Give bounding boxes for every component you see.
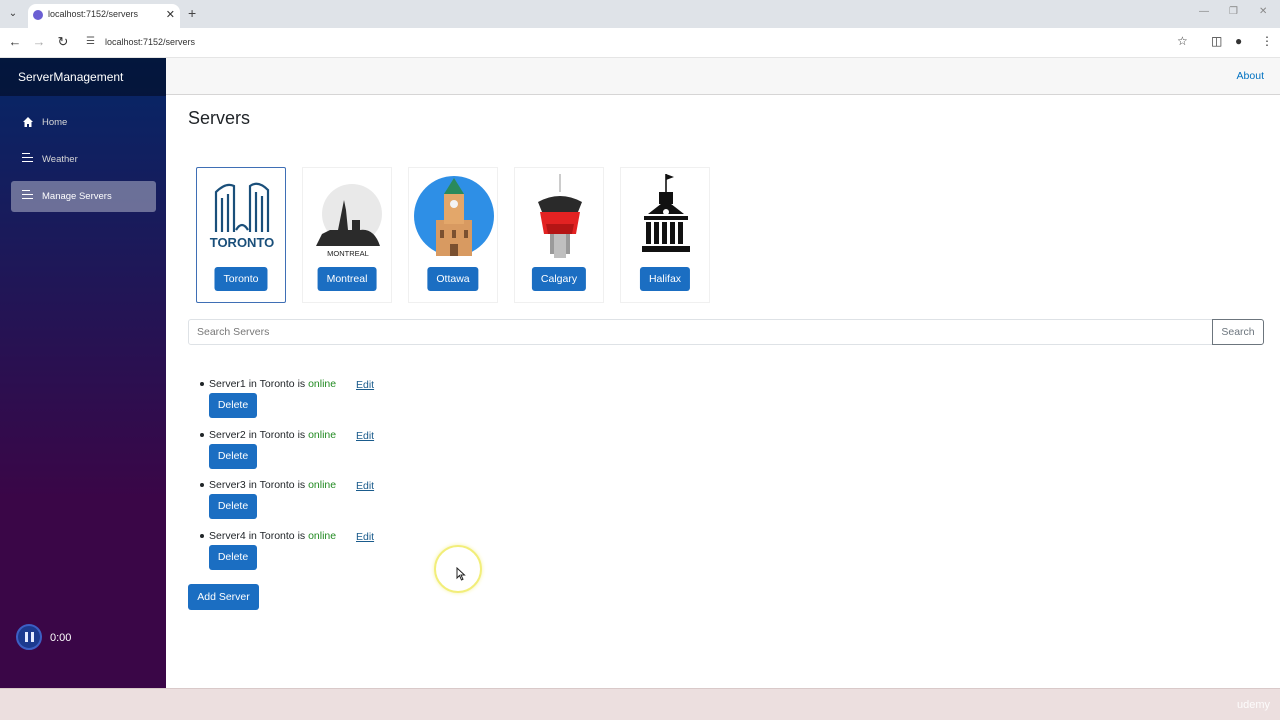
search-input[interactable] (188, 319, 1213, 345)
list-icon (22, 153, 34, 165)
sidebar-item-manage-servers[interactable]: Manage Servers (11, 181, 156, 212)
delete-button[interactable]: Delete (209, 545, 257, 570)
back-icon[interactable]: ← (7, 34, 23, 49)
page-title: Servers (188, 108, 251, 128)
status-text: online (308, 378, 337, 390)
reload-icon[interactable]: ↻ (55, 34, 71, 50)
toronto-logo-icon: TORONTO (210, 182, 275, 250)
city-button-ottawa[interactable]: Ottawa (427, 267, 479, 291)
brand-bar: ServerManagement (0, 58, 166, 96)
sidebar-item-label: Manage Servers (42, 191, 112, 202)
url-input[interactable]: localhost:7152/servers (105, 37, 195, 47)
city-button-toronto[interactable]: Toronto (214, 267, 268, 291)
montreal-logo-icon: MONTREAL (316, 184, 382, 258)
tab-search-icon[interactable]: ⌄ (5, 6, 21, 22)
new-tab-icon[interactable]: + (188, 5, 196, 21)
calgary-tower-icon (538, 174, 582, 258)
sidebar-item-label: Home (42, 117, 68, 128)
edit-link[interactable]: Edit (356, 480, 374, 492)
tab-title: localhost:7152/servers (48, 9, 139, 19)
edit-link[interactable]: Edit (356, 379, 374, 391)
menu-dots-icon[interactable]: ⋮ (1261, 34, 1273, 48)
list-icon (22, 190, 34, 202)
profile-icon[interactable]: ● (1235, 34, 1242, 48)
city-card-calgary[interactable]: Calgary (514, 167, 604, 303)
status-text: online (308, 479, 337, 491)
status-text: online (308, 530, 337, 542)
list-bullet (200, 382, 204, 386)
server-description: Server2 in Toronto is online (209, 429, 337, 441)
site-info-icon[interactable]: ☰ (86, 36, 95, 47)
city-button-halifax[interactable]: Halifax (639, 267, 691, 291)
server-description: Server3 in Toronto is online (209, 479, 337, 491)
sidebar-item-weather[interactable]: Weather (11, 144, 156, 175)
address-bar: ← → ↻ ☰ localhost:7152/servers ☆ ◫ ● ⋮ (0, 28, 1280, 58)
city-button-montreal[interactable]: Montreal (317, 267, 377, 291)
list-bullet (200, 433, 204, 437)
delete-button[interactable]: Delete (209, 393, 257, 418)
brand-link[interactable]: ServerManagement (18, 70, 123, 84)
edit-link[interactable]: Edit (356, 531, 374, 543)
udemy-watermark: udemy (1236, 699, 1270, 711)
city-card-ottawa[interactable]: Ottawa (408, 167, 498, 303)
playback-time: 0:00 (50, 632, 72, 644)
delete-button[interactable]: Delete (209, 444, 257, 469)
search-button[interactable]: Search (1212, 319, 1264, 345)
list-bullet (200, 483, 204, 487)
server-description: Server4 in Toronto is online (209, 530, 337, 542)
sidebar-item-home[interactable]: Home (11, 107, 156, 138)
city-button-calgary[interactable]: Calgary (531, 267, 587, 291)
browser-tab[interactable]: localhost:7152/servers ✕ (28, 4, 180, 28)
edit-link[interactable]: Edit (356, 430, 374, 442)
sidebar: ServerManagement Home Weather Manage Ser… (0, 58, 166, 688)
top-row: About (166, 58, 1280, 95)
status-text: online (308, 429, 337, 441)
city-card-toronto[interactable]: TORONTO Toronto (196, 167, 286, 303)
halifax-building-icon (642, 174, 690, 252)
server-description: Server1 in Toronto is online (209, 378, 337, 390)
favicon-icon (33, 10, 43, 20)
mouse-pointer-icon (456, 567, 466, 581)
bookmark-star-icon[interactable]: ☆ (1177, 34, 1188, 48)
home-icon (22, 116, 34, 128)
forward-icon[interactable]: → (31, 34, 47, 49)
browser-tab-bar: ⌄ localhost:7152/servers ✕ + — ❐ ✕ (0, 0, 1280, 28)
city-card-montreal[interactable]: MONTREAL Montreal (302, 167, 392, 303)
bottom-strip: udemy (0, 688, 1280, 720)
add-server-button[interactable]: Add Server (188, 584, 259, 610)
minimize-icon[interactable]: — (1199, 6, 1209, 17)
ottawa-logo-icon (414, 176, 494, 256)
window-close-icon[interactable]: ✕ (1259, 6, 1267, 17)
delete-button[interactable]: Delete (209, 494, 257, 519)
list-bullet (200, 534, 204, 538)
restore-icon[interactable]: ❐ (1229, 6, 1238, 17)
sidebar-item-label: Weather (42, 154, 78, 165)
about-link[interactable]: About (1237, 70, 1264, 82)
close-icon[interactable]: ✕ (166, 8, 175, 21)
svg-text:TORONTO: TORONTO (210, 235, 275, 250)
sidepanel-icon[interactable]: ◫ (1211, 34, 1222, 48)
city-card-halifax[interactable]: Halifax (620, 167, 710, 303)
pause-icon[interactable] (16, 624, 42, 650)
svg-text:MONTREAL: MONTREAL (327, 249, 369, 258)
